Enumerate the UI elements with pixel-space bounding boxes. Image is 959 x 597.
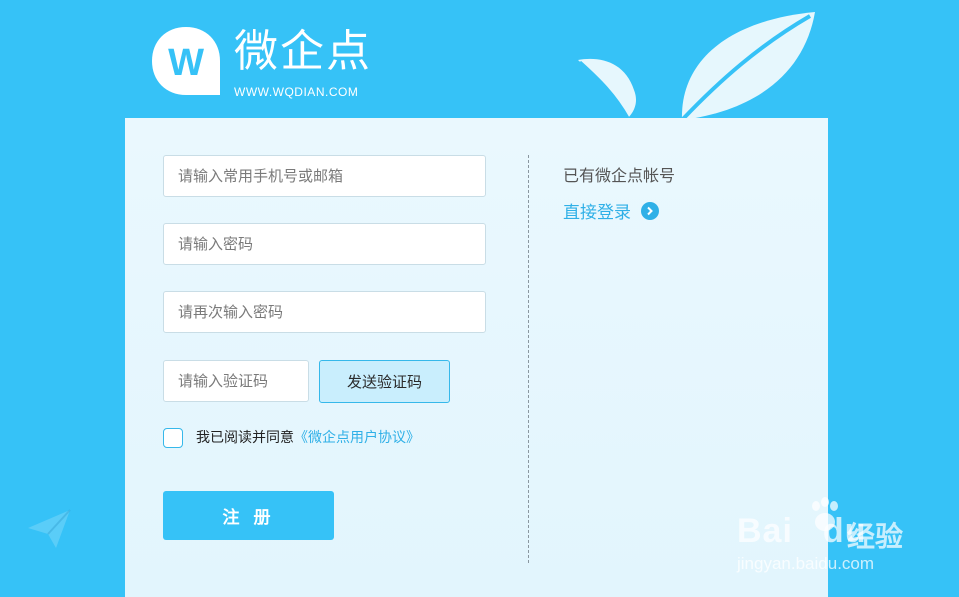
send-code-button[interactable]: 发送验证码 (319, 360, 450, 403)
brand-name: 微企点 (234, 26, 372, 77)
login-link[interactable]: 直接登录 (563, 198, 659, 223)
paw-icon (812, 497, 838, 531)
svg-text:W: W (168, 42, 204, 84)
register-button[interactable]: 注 册 (163, 491, 334, 540)
divider (528, 155, 529, 563)
verification-code-input[interactable] (163, 360, 309, 402)
watermark-url: jingyan.baidu.com (737, 554, 875, 573)
brand-url: WWW.WQDIAN.COM (234, 85, 359, 99)
login-link-label: 直接登录 (563, 203, 631, 223)
leaf-icon (578, 12, 815, 120)
agree-checkbox[interactable] (163, 428, 183, 448)
paper-plane-icon (28, 509, 71, 548)
confirm-password-input[interactable] (163, 291, 486, 333)
logo-w-icon: W (152, 27, 220, 95)
register-panel: 发送验证码 我已阅读并同意《微企点用户协议》 注 册 已有微企点帐号 直接登录 (125, 118, 828, 597)
chevron-right-icon (641, 201, 659, 220)
password-input[interactable] (163, 223, 486, 265)
jingyan-watermark: 经验 (847, 520, 904, 553)
agree-text: 我已阅读并同意 (196, 430, 294, 446)
has-account-text: 已有微企点帐号 (563, 166, 676, 185)
agreement-link[interactable]: 《微企点用户协议》 (294, 430, 420, 446)
agreement-row: 我已阅读并同意《微企点用户协议》 (196, 428, 420, 448)
account-input[interactable] (163, 155, 486, 197)
